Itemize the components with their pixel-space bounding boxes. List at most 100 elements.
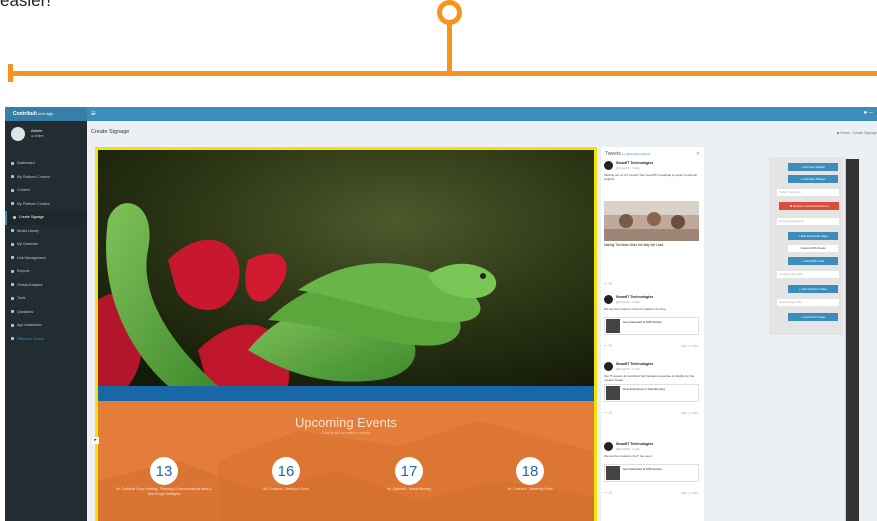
sidebar-item-icon [13,215,16,219]
tweet-card-title: How Enterprise is Transforming [623,387,665,391]
timeline-line [10,71,877,76]
search-page-url-input[interactable]: Search Page URL [777,299,839,306]
add-text-widget-button[interactable]: + Add Text Widget [788,163,838,171]
add-facebook-page-button[interactable]: + Add Facebook Page [788,232,838,240]
sidebar-item[interactable]: Reports [5,265,87,279]
sidebar-item[interactable]: Media Library [5,225,87,239]
tweet-actions-icon[interactable]: ↩ ⟲ [604,490,612,495]
sidebar-item-icon [11,242,14,246]
tweet-date: May 3, 2016 [681,411,698,415]
sidebar-item[interactable]: Dashboard [5,157,87,171]
tweet[interactable]: SmartIT Technologies @SmartIT - 3 Jan Miss… [604,161,701,291]
event-caption: Mr. ContribuIt - Marketing Event [507,487,553,491]
brand-name: ContribuIt [13,111,37,117]
user-menu-icon[interactable]: ● ─ [863,110,873,116]
sidebar-item[interactable]: Link Management [5,252,87,266]
tweet-handle: @SmartIT - 3 Jan [616,367,640,371]
add-youtube-video-button[interactable]: + Add Youtube Video [788,285,838,293]
video-icon[interactable]: ▸ [92,437,99,444]
breadcrumb[interactable]: ◆ Home › Create Signage [837,131,877,135]
timeline-node-icon [437,0,462,25]
tweet-date: May 3, 2016 [681,344,698,348]
upcoming-events-panel[interactable]: Upcoming Events Click to add an event or… [98,401,594,521]
sidebar-item-label: Media Library [17,228,39,233]
snake-photo[interactable] [98,150,594,386]
tweet-date: May 3, 2016 [681,491,698,495]
user-status: ● online [31,134,44,138]
tweet[interactable]: SmartIT Technologies @SmartIT - 3 Jan Top … [604,362,701,432]
tweets-handle[interactable]: by @SmartContribuIt [622,152,650,156]
tweet[interactable]: SmartIT Technologies @SmartIT - 3 Jan We a… [604,442,701,512]
tweet-card-title: Get Download of IOB Partner [623,320,663,324]
sidebar-item-icon [11,323,14,327]
tweets-header: Tweets by @SmartContribuIt [605,151,650,157]
add-photo-page-button[interactable]: + Add Photo Page [788,313,838,321]
sidebar-item-icon [11,296,14,300]
event-date-badge[interactable]: 13 [150,457,178,485]
sidebar-item-label: Reports [17,269,30,273]
brand-suffix: tech login [38,112,54,116]
event-date-badge[interactable]: 17 [395,457,423,485]
brand-logo[interactable]: ContribuIt tech login [5,107,87,121]
tweet-avatar [604,295,613,304]
tweet-author: SmartIT Technologies [616,295,654,299]
tweets-widget[interactable]: Tweets by @SmartContribuIt ✕ SmartIT Tec… [601,147,704,521]
sidebar-item-icon [11,269,14,273]
sidebar-item-label: Questions [17,309,34,314]
sidebar-item[interactable]: Content [5,184,87,198]
sidebar-item[interactable]: App Installation [5,319,87,333]
tweet-card[interactable]: Get Download of IOB Partner [604,317,699,335]
sidebar-item-icon [11,229,14,233]
sidebar: Admin ● online Dashboard My Platform Cont… [5,121,87,521]
dark-side-panel [845,159,859,521]
event-date-badge[interactable]: 18 [516,457,544,485]
sidebar-item-label: Link Management [17,255,46,260]
timeline-stem [447,20,452,73]
sidebar-item-label: App Installation [17,323,42,327]
twitter-username-input[interactable]: Twitter Username [777,189,839,196]
tweet-actions-icon[interactable]: ↩ ⟲ [604,343,612,348]
sidebar-item[interactable]: Questions [5,306,87,320]
tweet-author: SmartIT Technologies [616,161,654,165]
tweet-card-thumb [606,319,620,333]
add-rss-feed-button[interactable]: + Add RSS Feed [788,257,838,265]
tweet[interactable]: SmartIT Technologies @SmartIT - 3 Jan We a… [604,295,701,365]
sidebar-item[interactable]: Global Analytics [5,279,87,293]
tweet-card[interactable]: Get Download of IOB Partner [604,464,699,482]
youtube-url-input[interactable]: Youtube video URL [777,271,839,278]
rss-feeds-label: Custom RSS Feeds [788,245,838,252]
event-caption: Mr. ContribuIt - Annual Meeting [387,487,431,491]
add-new-widget-button[interactable]: + Add New Widget [788,175,838,183]
tweet-handle: @SmartIT - 3 Jan [616,300,640,304]
sidebar-item[interactable]: Tools [5,292,87,306]
event-date-badge[interactable]: 16 [272,457,300,485]
app-window: ContribuIt tech login ≡ ● ─ Admin ● onli… [5,107,877,521]
sidebar-item-icon [11,283,14,287]
close-icon[interactable]: ✕ [696,151,700,157]
sidebar-item[interactable]: My Channels [5,238,87,252]
tweet-card[interactable]: How Enterprise is Transforming [604,384,699,402]
sidebar-item[interactable]: My Platform Content [5,198,87,212]
sidebar-item[interactable]: Welcome Screen [5,333,87,347]
user-panel: Admin ● online [9,125,87,147]
tweet-image[interactable] [604,201,699,241]
tweet-actions-icon[interactable]: ↩ ⟲ [604,410,612,415]
tweet-handle: @SmartIT - 3 Jan [616,447,640,451]
signage-canvas[interactable]: Upcoming Events Click to add an event or… [92,147,597,521]
tweet-author: SmartIT Technologies [616,362,654,366]
caption-text: easier! [0,0,52,10]
remove-element-button[interactable]: ✖ Remove Selected Element [779,202,839,210]
tweet-actions-icon[interactable]: ↩ ⟲ [604,281,612,286]
facebook-page-input[interactable]: Facebook page link [777,218,839,225]
top-navbar: ContribuIt tech login ≡ ● ─ [5,107,877,121]
sidebar-item[interactable]: Create Signage [5,211,87,225]
tweet-handle: @SmartIT - 3 Jan [616,166,640,170]
tweet-avatar [604,362,613,371]
sidebar-item-label: My Platform Content [17,174,50,179]
menu-toggle-icon[interactable]: ≡ [91,109,96,119]
sidebar-item[interactable]: My Platform Content [5,171,87,185]
tweet-author: SmartIT Technologies [616,442,654,446]
tweet-image-title: Making The Brain Work the Way We Lead [604,243,664,247]
sidebar-item-label: My Channels [17,242,38,246]
tweet-card-title: Get Download of IOB Partner [623,467,663,471]
